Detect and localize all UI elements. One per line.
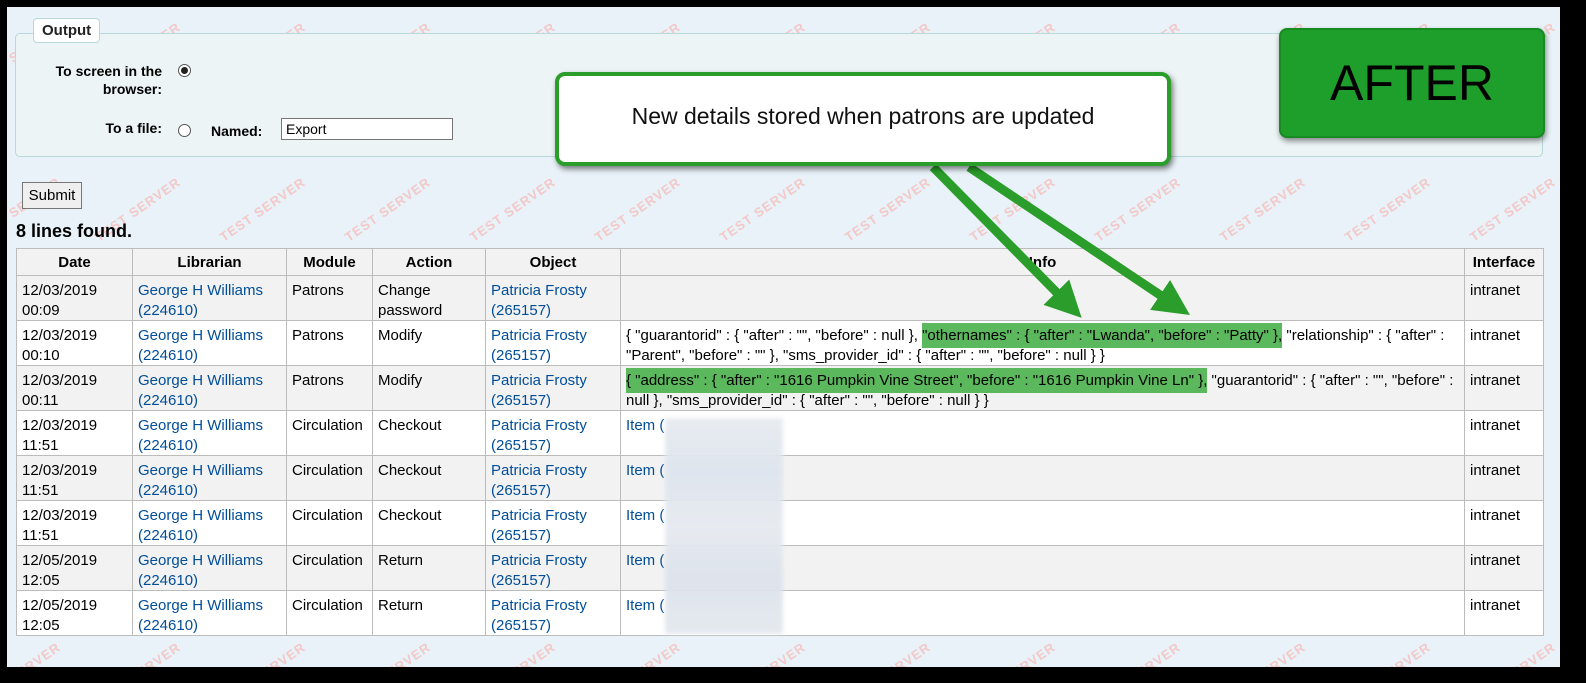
after-badge: AFTER [1279, 28, 1545, 138]
screenshot-frame: TEST SERVERTEST SERVERTEST SERVERTEST SE… [7, 7, 1560, 667]
callout-box: New details stored when patrons are upda… [555, 72, 1171, 166]
